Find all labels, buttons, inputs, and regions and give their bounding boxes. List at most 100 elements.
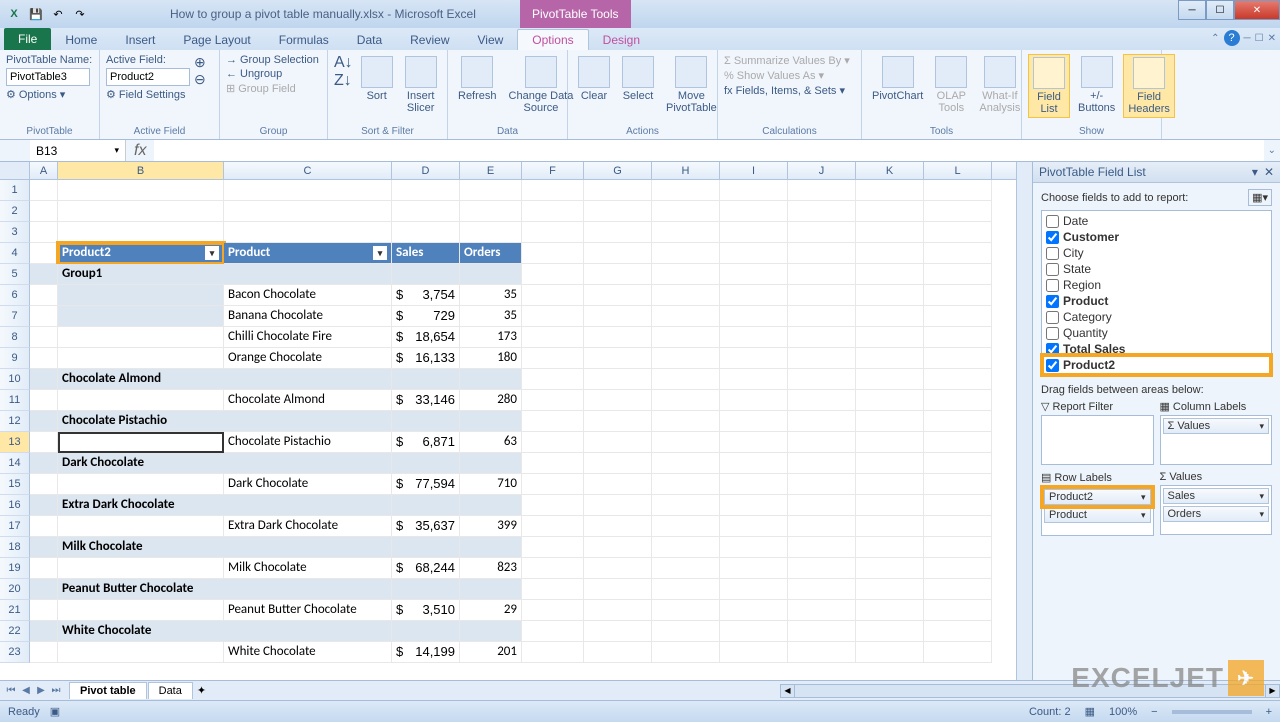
tab-home[interactable]: Home <box>51 30 111 50</box>
new-sheet-icon[interactable]: ✦ <box>197 684 206 697</box>
cell-orders[interactable]: 29 <box>460 600 522 621</box>
row-header-8[interactable]: 8 <box>0 327 30 348</box>
row-header-11[interactable]: 11 <box>0 390 30 411</box>
whatif-button[interactable]: What-If Analysis <box>975 54 1024 116</box>
sort-desc-icon[interactable]: Z↓ <box>334 72 353 90</box>
tab-file[interactable]: File <box>4 28 51 50</box>
field-region[interactable]: Region <box>1044 277 1269 293</box>
cell-product[interactable]: Chilli Chocolate Fire <box>224 327 392 348</box>
cell-sales[interactable]: $77,594 <box>392 474 460 495</box>
row-header-10[interactable]: 10 <box>0 369 30 390</box>
cell-sales[interactable]: $729 <box>392 306 460 327</box>
field-quantity[interactable]: Quantity <box>1044 325 1269 341</box>
cell-b17[interactable] <box>58 516 224 537</box>
select-button[interactable]: Select <box>618 54 658 104</box>
cell-orders[interactable]: 35 <box>460 285 522 306</box>
column-labels-area[interactable]: Σ Values▾ <box>1160 415 1273 465</box>
sort-asc-icon[interactable]: A↓ <box>334 54 353 72</box>
field-checkbox[interactable] <box>1046 263 1059 276</box>
pivot-group-label[interactable]: Group1 <box>58 264 392 285</box>
cell-b8[interactable] <box>58 327 224 348</box>
pivot-group-label[interactable]: Dark Chocolate <box>58 453 392 474</box>
cell-sales[interactable]: $33,146 <box>392 390 460 411</box>
cell-b13[interactable] <box>58 432 224 453</box>
col-header-K[interactable]: K <box>856 162 924 179</box>
area-chip-values[interactable]: Σ Values▾ <box>1163 418 1270 434</box>
pivotchart-button[interactable]: PivotChart <box>868 54 927 104</box>
pivot-group-label[interactable]: White Chocolate <box>58 621 392 642</box>
cell-sales[interactable]: $14,199 <box>392 642 460 663</box>
worksheet-grid[interactable]: ABCDEFGHIJKL 1234Product2▾Product▾SalesO… <box>0 162 1016 680</box>
move-pivottable-button[interactable]: Move PivotTable <box>662 54 721 116</box>
col-header-L[interactable]: L <box>924 162 992 179</box>
field-list-close-icon[interactable]: ✕ <box>1264 165 1274 179</box>
cell-sales[interactable]: $3,510 <box>392 600 460 621</box>
row-header-16[interactable]: 16 <box>0 495 30 516</box>
pivottable-name-input[interactable] <box>6 68 90 86</box>
field-checkbox[interactable] <box>1046 327 1059 340</box>
row-header-23[interactable]: 23 <box>0 642 30 663</box>
row-header-7[interactable]: 7 <box>0 306 30 327</box>
cell-orders[interactable]: 180 <box>460 348 522 369</box>
clear-button[interactable]: Clear <box>574 54 614 104</box>
area-chip-sales[interactable]: Sales▾ <box>1163 488 1270 504</box>
inner-restore-icon[interactable]: ☐ <box>1255 33 1264 44</box>
col-header-F[interactable]: F <box>522 162 584 179</box>
zoom-level[interactable]: 100% <box>1109 706 1137 718</box>
cell-sales[interactable]: $35,637 <box>392 516 460 537</box>
ungroup-button[interactable]: ← Ungroup <box>226 68 282 80</box>
field-checkbox[interactable] <box>1046 359 1059 372</box>
pivot-group-label[interactable]: Peanut Butter Chocolate <box>58 579 392 600</box>
pivot-header-product[interactable]: Product▾ <box>224 243 392 264</box>
inner-close-icon[interactable]: ✕ <box>1268 33 1276 44</box>
row-header-2[interactable]: 2 <box>0 201 30 222</box>
tab-pagelayout[interactable]: Page Layout <box>169 30 264 50</box>
field-checkbox[interactable] <box>1046 247 1059 260</box>
cell-b6[interactable] <box>58 285 224 306</box>
sheet-nav-last-icon[interactable]: ⏭ <box>49 685 63 696</box>
field-customer[interactable]: Customer <box>1044 229 1269 245</box>
col-header-B[interactable]: B <box>58 162 224 179</box>
cell-orders[interactable]: 63 <box>460 432 522 453</box>
row-header-6[interactable]: 6 <box>0 285 30 306</box>
pivot-group-label[interactable]: Chocolate Almond <box>58 369 392 390</box>
fx-icon[interactable]: fx <box>126 142 154 160</box>
cell-orders[interactable]: 399 <box>460 516 522 537</box>
view-normal-icon[interactable]: ▦ <box>1085 705 1095 718</box>
cell-product[interactable]: Chocolate Almond <box>224 390 392 411</box>
field-headers-button[interactable]: Field Headers <box>1123 54 1175 118</box>
zoom-slider[interactable] <box>1172 710 1252 714</box>
insert-slicer-button[interactable]: Insert Slicer <box>401 54 441 116</box>
buttons-toggle-button[interactable]: +/- Buttons <box>1074 54 1119 116</box>
cell-product[interactable]: Dark Chocolate <box>224 474 392 495</box>
col-header-G[interactable]: G <box>584 162 652 179</box>
col-header-D[interactable]: D <box>392 162 460 179</box>
field-checkbox[interactable] <box>1046 231 1059 244</box>
cell-b15[interactable] <box>58 474 224 495</box>
pivot-group-label[interactable]: Milk Chocolate <box>58 537 392 558</box>
select-all-corner[interactable] <box>0 162 30 179</box>
summarize-values-button[interactable]: Σ Summarize Values By ▾ <box>724 54 850 67</box>
field-totalsales[interactable]: Total Sales <box>1044 341 1269 357</box>
col-header-C[interactable]: C <box>224 162 392 179</box>
cell-b11[interactable] <box>58 390 224 411</box>
area-chip-product[interactable]: Product▾ <box>1044 507 1151 523</box>
cell-product[interactable]: Peanut Butter Chocolate <box>224 600 392 621</box>
row-header-5[interactable]: 5 <box>0 264 30 285</box>
field-list-button[interactable]: Field List <box>1028 54 1070 118</box>
save-icon[interactable]: 💾 <box>26 4 46 24</box>
col-header-I[interactable]: I <box>720 162 788 179</box>
col-header-J[interactable]: J <box>788 162 856 179</box>
cell-b9[interactable] <box>58 348 224 369</box>
row-header-14[interactable]: 14 <box>0 453 30 474</box>
sheet-tab-data[interactable]: Data <box>148 682 193 699</box>
col-header-A[interactable]: A <box>30 162 58 179</box>
area-chip-product2[interactable]: Product2▾ <box>1044 489 1151 505</box>
pivot-header-product2[interactable]: Product2▾ <box>58 243 224 264</box>
cell-product[interactable]: Bacon Chocolate <box>224 285 392 306</box>
cell-orders[interactable]: 710 <box>460 474 522 495</box>
row-header-17[interactable]: 17 <box>0 516 30 537</box>
expand-field-icon[interactable]: ⊕ <box>194 54 206 71</box>
cell-sales[interactable]: $68,244 <box>392 558 460 579</box>
formula-input[interactable] <box>154 140 1263 161</box>
